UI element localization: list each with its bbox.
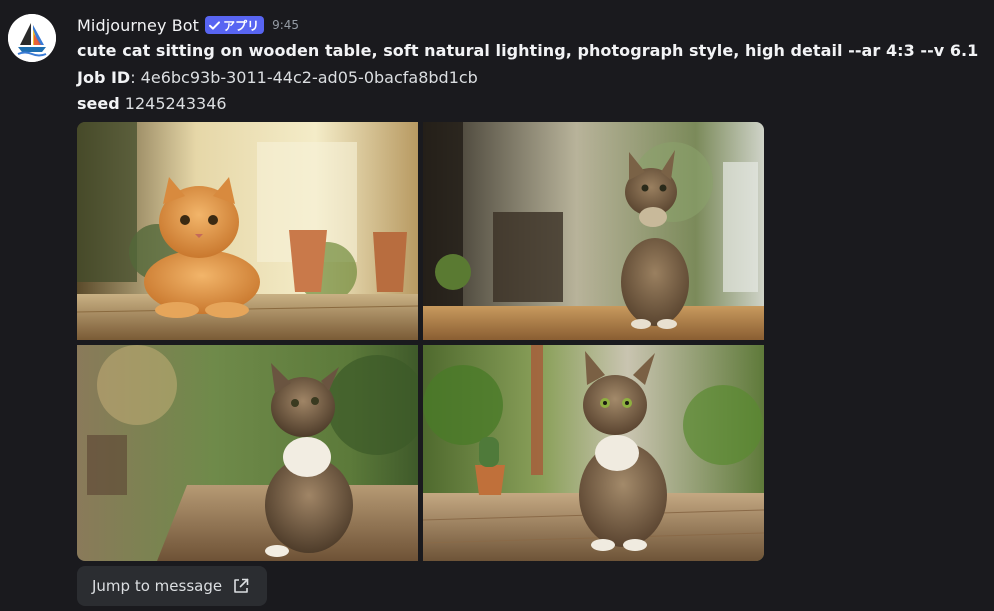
message-timestamp[interactable]: 9:45 [272, 18, 299, 32]
image-4[interactable] [423, 345, 764, 561]
midjourney-sailboat-icon [8, 14, 56, 62]
image-2[interactable] [423, 122, 764, 340]
job-id-line: Job ID: 4e6bc93b-3011-44c2-ad05-0bacfa8b… [77, 67, 478, 89]
external-link-icon [232, 577, 250, 595]
verified-check-icon [208, 19, 221, 32]
prompt-text: cute cat sitting on wooden table, soft n… [77, 41, 979, 60]
seed-line: seed 1245243346 [77, 93, 227, 115]
jump-to-message-button[interactable]: Jump to message [77, 566, 267, 606]
bot-avatar[interactable] [8, 14, 56, 62]
image-3[interactable] [77, 345, 418, 561]
job-id-value: : 4e6bc93b-3011-44c2-ad05-0bacfa8bd1cb [130, 68, 478, 87]
seed-value: 1245243346 [119, 94, 227, 113]
chat-message: Midjourney Bot アプリ 9:45 cute cat sitting… [0, 0, 994, 611]
author-name[interactable]: Midjourney Bot [77, 16, 199, 35]
image-grid [77, 122, 764, 561]
image-1[interactable] [77, 122, 418, 340]
seed-label: seed [77, 94, 120, 113]
badge-label: アプリ [223, 18, 260, 33]
message-header: Midjourney Bot アプリ 9:45 [77, 12, 299, 38]
app-badge: アプリ [205, 16, 265, 34]
jump-button-label: Jump to message [92, 577, 223, 595]
job-id-label: Job ID [77, 68, 131, 87]
